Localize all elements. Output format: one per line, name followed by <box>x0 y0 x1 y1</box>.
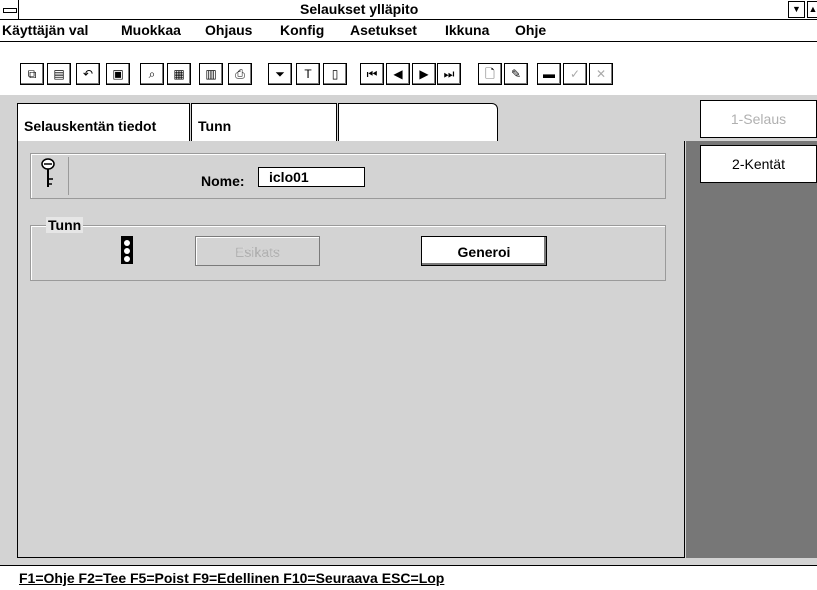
first-record-icon[interactable]: ⏮ <box>360 63 384 85</box>
main-panel <box>17 141 685 558</box>
menu-ohjaus[interactable]: Ohjaus <box>205 22 252 38</box>
menu-ohje[interactable]: Ohje <box>515 22 546 38</box>
tab-tunn[interactable]: Tunn <box>191 103 337 142</box>
accept-icon[interactable]: ✓ <box>563 63 587 85</box>
esikats-button[interactable]: Esikats <box>195 236 320 266</box>
generoi-button[interactable]: Generoi <box>421 236 547 266</box>
toolbar: ⧉ ▤ ↶ ▣ ⌕ ▦ ▥ ⎙ ⏷ T ▯ ⏮ ◀ ▶ ⏭ 🗋 ✎ ▬ ✓ ✕ <box>0 43 817 95</box>
filter-icon[interactable]: ⏷ <box>268 63 292 85</box>
nome-label: Nome: <box>201 173 245 189</box>
minimize-button[interactable]: ▼ <box>788 1 805 18</box>
spin-indicator-icon[interactable] <box>121 236 133 264</box>
key-icon <box>39 157 69 195</box>
menu-muokkaa[interactable]: Muokkaa <box>121 22 181 38</box>
menu-konfig[interactable]: Konfig <box>280 22 324 38</box>
status-bar: F1=Ohje F2=Tee F5=Poist F9=Edellinen F10… <box>0 565 817 590</box>
undo-icon[interactable]: ↶ <box>76 63 100 85</box>
print-icon[interactable]: ⎙ <box>228 63 252 85</box>
grid-icon[interactable]: ▦ <box>167 63 191 85</box>
status-text: F1=Ohje F2=Tee F5=Poist F9=Edellinen F10… <box>19 570 445 586</box>
maximize-button[interactable]: ▲ <box>807 1 817 18</box>
text-icon[interactable]: T <box>296 63 320 85</box>
edit-icon[interactable]: ✎ <box>504 63 528 85</box>
search-icon[interactable]: ⌕ <box>140 63 164 85</box>
cancel-icon[interactable]: ✕ <box>589 63 613 85</box>
last-record-icon[interactable]: ⏭ <box>437 63 461 85</box>
tab-selaus[interactable]: Selaus <box>338 103 498 142</box>
menu-ikkuna[interactable]: Ikkuna <box>445 22 489 38</box>
table-icon[interactable]: ▥ <box>199 63 223 85</box>
side-button-kentat[interactable]: 2-Kentät <box>700 145 817 183</box>
menu-kayttajan-val[interactable]: Käyttäjän val <box>2 22 88 38</box>
system-menu-icon[interactable] <box>0 0 19 19</box>
window-title: Selaukset ylläpito <box>300 1 419 17</box>
tab-selauskentan-tiedot[interactable]: Selauskentän tiedot <box>17 103 190 142</box>
side-button-selaus[interactable]: 1-Selaus <box>700 100 817 138</box>
next-record-icon[interactable]: ▶ <box>412 63 436 85</box>
sidebar <box>686 141 817 558</box>
columns-icon[interactable]: ▯ <box>323 63 347 85</box>
save-icon[interactable]: ▣ <box>106 63 130 85</box>
menu-asetukset[interactable]: Asetukset <box>350 22 417 38</box>
new-record-icon[interactable]: 🗋 <box>478 63 502 85</box>
menu-bar: Käyttäjän val Muokkaa Ohjaus Konfig Aset… <box>0 20 817 42</box>
title-bar: Selaukset ylläpito ▼ ▲ <box>0 0 817 20</box>
delete-icon[interactable]: ▬ <box>537 63 561 85</box>
prev-record-icon[interactable]: ◀ <box>386 63 410 85</box>
tab-selaus-label: Selaus <box>345 118 391 134</box>
paste-icon[interactable]: ▤ <box>47 63 71 85</box>
nome-input[interactable]: iclo01 <box>258 167 365 187</box>
tunn-group-label: Tunn <box>46 217 84 233</box>
copy-icon[interactable]: ⧉ <box>20 63 44 85</box>
